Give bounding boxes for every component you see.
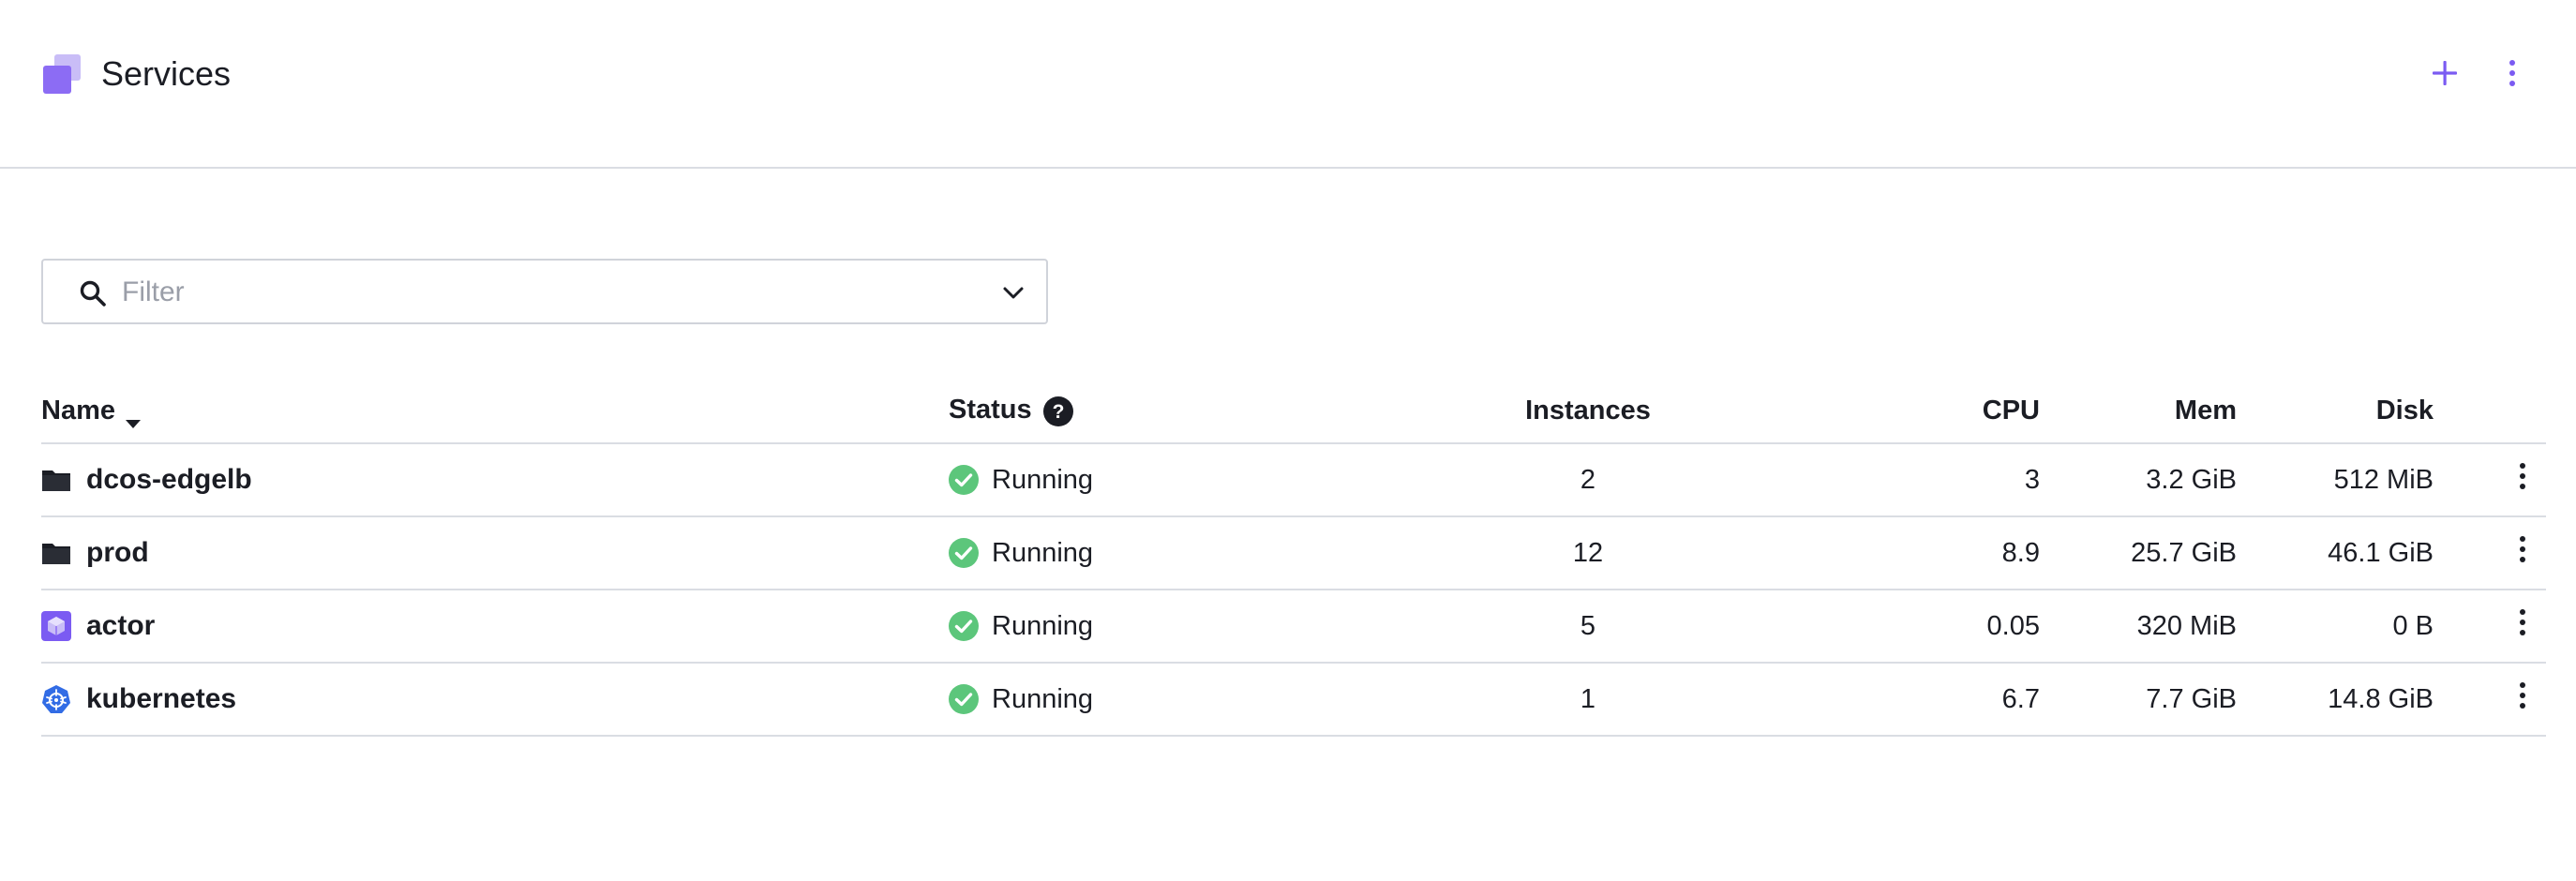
page-title: Services <box>101 54 232 93</box>
chevron-down-icon[interactable] <box>1001 281 1026 306</box>
service-name-link[interactable]: kubernetes <box>86 683 236 715</box>
cpu-value: 6.7 <box>1759 663 2040 737</box>
service-name-link[interactable]: prod <box>86 537 149 569</box>
column-header-cpu[interactable]: CPU <box>1759 379 2040 444</box>
package-icon <box>41 611 71 641</box>
status-text: Running <box>992 537 1094 568</box>
check-circle-icon <box>949 465 979 495</box>
add-service-button[interactable] <box>2426 56 2464 94</box>
table-row[interactable]: dcos-edgelb Running 2 3 3.2 GiB 512 MiB <box>41 443 2546 517</box>
column-header-instances[interactable]: Instances <box>1417 379 1759 444</box>
status-text: Running <box>992 610 1094 641</box>
column-header-status-label: Status <box>949 395 1032 426</box>
kebab-icon <box>2518 608 2527 644</box>
filter-box[interactable] <box>41 259 1048 324</box>
folder-icon <box>41 538 71 568</box>
check-circle-icon <box>949 538 979 568</box>
column-header-name-label: Name <box>41 395 115 426</box>
column-header-mem[interactable]: Mem <box>2040 379 2237 444</box>
filter-input[interactable] <box>122 272 966 313</box>
instances-value: 12 <box>1417 516 1759 590</box>
cpu-value: 0.05 <box>1759 590 2040 664</box>
page-header: Services <box>0 0 2576 169</box>
instances-value: 5 <box>1417 590 1759 664</box>
search-icon <box>79 279 107 307</box>
row-more-button[interactable] <box>2434 681 2546 717</box>
disk-value: 46.1 GiB <box>2237 516 2434 590</box>
plus-icon <box>2432 60 2458 91</box>
kebab-icon <box>2518 535 2527 571</box>
kebab-icon <box>2518 681 2527 717</box>
services-logo-icon <box>41 54 84 97</box>
table-header-row: Name Status? Instances CPU Mem Disk <box>41 379 2546 444</box>
service-name-link[interactable]: dcos-edgelb <box>86 464 252 496</box>
column-header-disk[interactable]: Disk <box>2237 379 2434 444</box>
status-text: Running <box>992 464 1094 495</box>
caret-down-icon <box>125 406 142 428</box>
mem-value: 25.7 GiB <box>2040 516 2237 590</box>
folder-icon <box>41 465 71 495</box>
table-row[interactable]: actor Running 5 0.05 320 MiB 0 B <box>41 590 2546 664</box>
row-more-button[interactable] <box>2434 462 2546 498</box>
cpu-value: 3 <box>1759 443 2040 517</box>
table-row[interactable]: kubernetes Running 1 6.7 7.7 GiB 14.8 Gi… <box>41 663 2546 737</box>
column-header-actions <box>2434 379 2546 444</box>
instances-value: 2 <box>1417 443 1759 517</box>
table-row[interactable]: prod Running 12 8.9 25.7 GiB 46.1 GiB <box>41 516 2546 590</box>
row-more-button[interactable] <box>2434 608 2546 644</box>
disk-value: 0 B <box>2237 590 2434 664</box>
disk-value: 512 MiB <box>2237 443 2434 517</box>
kebab-icon <box>2518 462 2527 498</box>
kubernetes-icon <box>41 684 71 714</box>
row-more-button[interactable] <box>2434 535 2546 571</box>
svg-text:?: ? <box>1052 401 1064 423</box>
cpu-value: 8.9 <box>1759 516 2040 590</box>
mem-value: 320 MiB <box>2040 590 2237 664</box>
disk-value: 14.8 GiB <box>2237 663 2434 737</box>
column-header-name[interactable]: Name <box>41 379 949 444</box>
kebab-icon <box>2508 59 2517 92</box>
question-circle-icon[interactable]: ? <box>1042 396 1073 426</box>
check-circle-icon <box>949 611 979 641</box>
mem-value: 3.2 GiB <box>2040 443 2237 517</box>
mem-value: 7.7 GiB <box>2040 663 2237 737</box>
service-name-link[interactable]: actor <box>86 610 155 642</box>
services-table: Name Status? Instances CPU Mem Disk dcos… <box>41 379 2546 737</box>
instances-value: 1 <box>1417 663 1759 737</box>
status-text: Running <box>992 683 1094 714</box>
column-header-status[interactable]: Status? <box>949 379 1417 444</box>
check-circle-icon <box>949 684 979 714</box>
header-more-button[interactable] <box>2494 56 2531 94</box>
